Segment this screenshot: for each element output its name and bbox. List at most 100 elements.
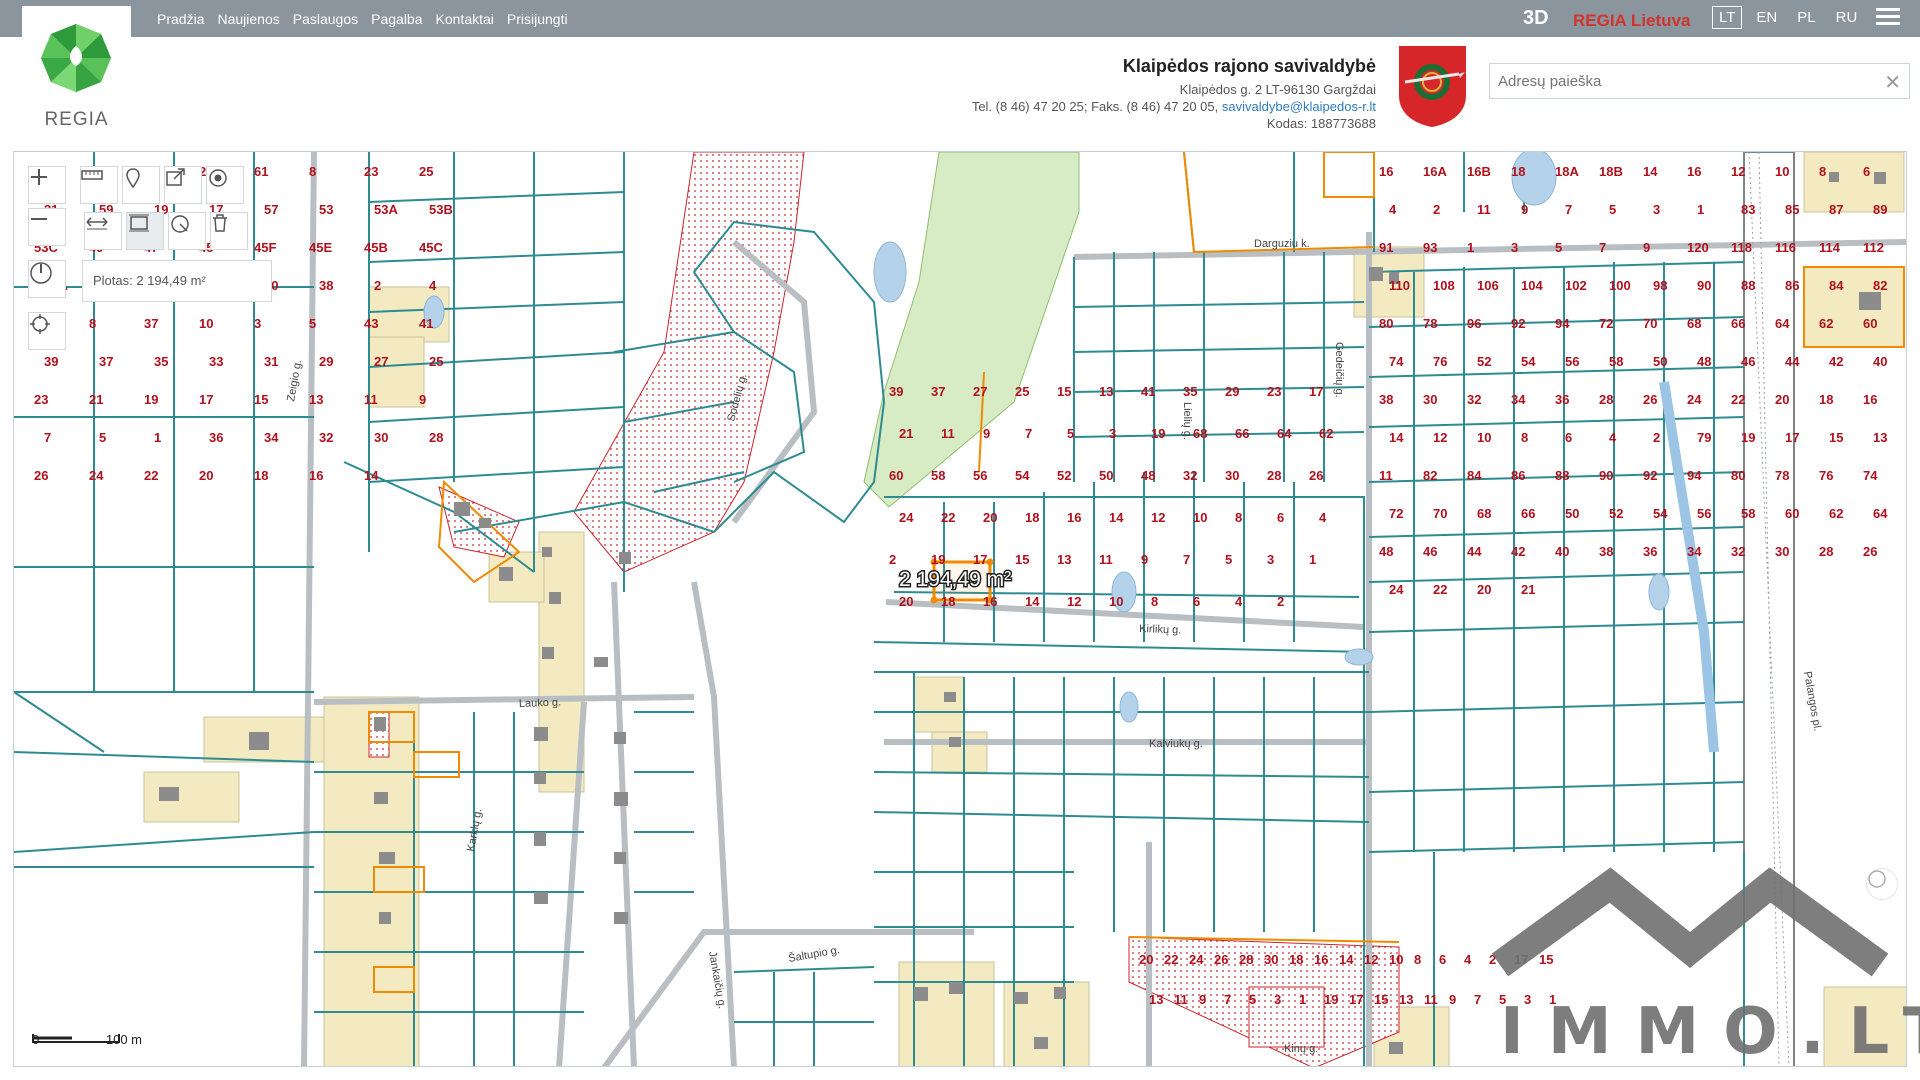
parcel-number: 24 (89, 468, 104, 483)
parcel-number: 42 (1829, 354, 1843, 369)
marker-tool-button[interactable] (122, 166, 160, 204)
parcel-number: 32 (1467, 392, 1481, 407)
compass-button[interactable] (28, 260, 66, 298)
nav-contacts[interactable]: Kontaktai (436, 11, 494, 27)
parcel-number: 52 (1609, 506, 1623, 521)
parcel-number: 13 (1399, 992, 1413, 1007)
parcel-number: 86 (1785, 278, 1799, 293)
parcel-number: 34 (1511, 392, 1526, 407)
parcel-number: 7 (1025, 426, 1032, 441)
parcel-number: 34 (264, 430, 279, 445)
parcel-number: 104 (1521, 278, 1543, 293)
scale-bar: 0 100 m (32, 1032, 142, 1047)
parcel-number: 12 (1067, 594, 1081, 609)
parcel-number: 20 (983, 510, 997, 525)
parcel-number: 93 (1423, 240, 1437, 255)
measure-distance-button[interactable] (84, 212, 122, 250)
parcel-number: 48 (1379, 544, 1393, 559)
parcel-number: 16 (983, 594, 997, 609)
parcel-number: 7 (1599, 240, 1606, 255)
parcel-number: 4 (1609, 430, 1617, 445)
parcel-number: 90 (1599, 468, 1613, 483)
language-switcher: LT EN PL RU (1712, 6, 1863, 29)
address-search-input[interactable] (1490, 64, 1870, 98)
brand-3d-link[interactable]: 3D (1523, 7, 1549, 30)
parcel-number: 9 (1449, 992, 1456, 1007)
clear-measure-button[interactable] (210, 212, 248, 250)
parcel-number: 62 (1819, 316, 1833, 331)
street-name: Karklų g. (465, 808, 484, 853)
parcel-number: 9 (1199, 992, 1206, 1007)
parcel-number: 2 (1653, 430, 1660, 445)
nav-home[interactable]: Pradžia (157, 11, 204, 27)
measure-area-button[interactable] (126, 212, 164, 250)
locate-button[interactable] (28, 312, 66, 350)
parcel-number: 60 (1785, 506, 1799, 521)
parcel-number: 3 (1653, 202, 1660, 217)
nav-help[interactable]: Pagalba (371, 11, 422, 27)
target-button[interactable] (206, 166, 244, 204)
parcel-number: 29 (1225, 384, 1239, 399)
watermark-text: IMMO.LT (1500, 995, 1920, 1069)
zoom-out-button[interactable] (28, 208, 66, 246)
parcel-number: 11 (1379, 468, 1393, 483)
parcel-number: 19 (1741, 430, 1755, 445)
parcel-number: 28 (429, 430, 443, 445)
parcel-number: 64 (1873, 506, 1888, 521)
lang-en[interactable]: EN (1750, 7, 1783, 28)
street-name: Gedeičių g. (1333, 342, 1345, 398)
lang-ru[interactable]: RU (1830, 7, 1864, 28)
parcel-number: 39 (44, 354, 58, 369)
parcel-number: 14 (1025, 594, 1040, 609)
parcel-number: 53B (429, 202, 453, 217)
parcel-number: 7 (1565, 202, 1572, 217)
lang-lt[interactable]: LT (1712, 6, 1743, 29)
parcel-number: 116 (1775, 240, 1796, 255)
parcel-number: 15 (1015, 552, 1029, 567)
parcel-number: 24 (1189, 952, 1204, 967)
share-button[interactable] (164, 166, 202, 204)
parcel-number: 23 (364, 164, 378, 179)
parcel-number: 79 (1697, 430, 1711, 445)
brand-regia-lietuva-link[interactable]: REGIA Lietuva (1573, 11, 1690, 31)
parcel-number: 2 (1433, 202, 1440, 217)
nav-services[interactable]: Paslaugos (293, 11, 358, 27)
measure-radius-button[interactable] (168, 212, 206, 250)
hamburger-menu-icon[interactable] (1876, 8, 1900, 28)
parcel-number: 66 (1235, 426, 1249, 441)
parcel-number: 72 (1599, 316, 1613, 331)
parcel-number: 45C (419, 240, 443, 255)
parcel-number: 8 (1521, 430, 1528, 445)
parcel-number: 18 (1819, 392, 1833, 407)
measure-tool-button[interactable] (80, 166, 118, 204)
parcel-number: 56 (1697, 506, 1711, 521)
parcel-number: 11 (1477, 202, 1491, 217)
search-clear-icon[interactable]: ✕ (1884, 70, 1901, 95)
lang-pl[interactable]: PL (1791, 7, 1821, 28)
parcel-number: 38 (1599, 544, 1613, 559)
parcel-number: 12 (1433, 430, 1447, 445)
zoom-in-button[interactable] (28, 166, 66, 204)
scale-bar-graphic (32, 1034, 120, 1043)
parcel-number: 20 (1775, 392, 1789, 407)
parcel-number: 9 (1643, 240, 1650, 255)
parcel-number: 20 (899, 594, 913, 609)
parcel-number: 57 (264, 202, 278, 217)
parcel-number: 84 (1467, 468, 1482, 483)
municipality-email-link[interactable]: savivaldybe@klaipedos-r.lt (1222, 99, 1376, 114)
parcel-number: 64 (1775, 316, 1790, 331)
parcel-number: 22 (1433, 582, 1447, 597)
top-bar: Pradžia Naujienos Paslaugos Pagalba Kont… (0, 0, 1920, 37)
nav-news[interactable]: Naujienos (217, 11, 279, 27)
parcel-number: 5 (1067, 426, 1074, 441)
parcel-number: 32 (319, 430, 333, 445)
parcel-number: 11 (364, 392, 378, 407)
parcel-number: 16B (1467, 164, 1491, 179)
parcel-number: 16 (1067, 510, 1081, 525)
nav-login[interactable]: Prisijungti (507, 11, 568, 27)
regia-logo[interactable]: REGIA (22, 6, 131, 130)
parcel-number: 106 (1477, 278, 1499, 293)
parcel-number: 26 (1643, 392, 1657, 407)
parcel-number: 94 (1555, 316, 1570, 331)
parcel-number: 3 (1274, 992, 1281, 1007)
